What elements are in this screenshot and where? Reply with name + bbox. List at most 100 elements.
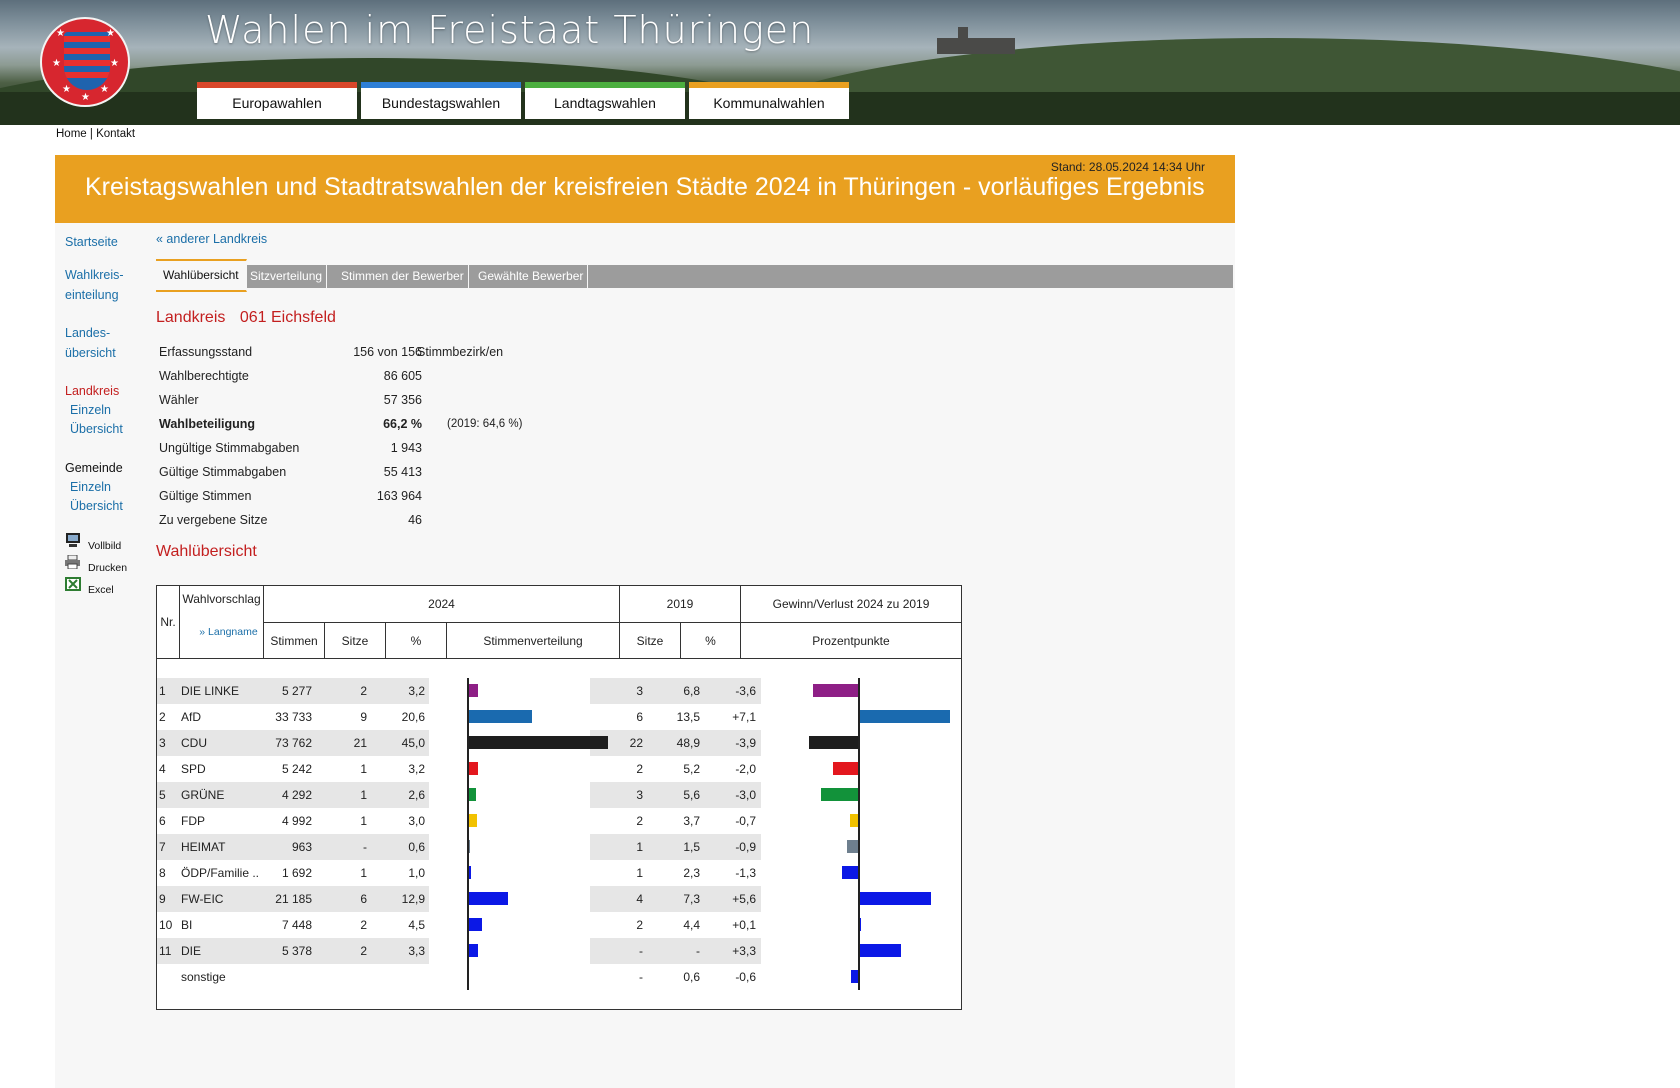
tab-wahluebersicht[interactable]: Wahlübersicht xyxy=(156,259,247,292)
star-icon: ★ xyxy=(52,58,61,69)
cell-stimmen: 1 692 xyxy=(281,866,312,880)
stimmenverteilung-axis xyxy=(467,678,469,990)
langname-link[interactable]: » Langname xyxy=(199,626,257,638)
cell-prozent-2019: - xyxy=(696,944,700,958)
stat-value: 66,2 % xyxy=(383,417,422,431)
cell-nr: 9 xyxy=(159,892,166,906)
cell-sitze: 2 xyxy=(360,918,367,932)
star-icon: ★ xyxy=(110,58,119,69)
cell-diff: +7,1 xyxy=(732,710,756,724)
star-icon: ★ xyxy=(62,84,71,95)
nav-europawahlen[interactable]: Europawahlen xyxy=(197,82,357,119)
home-link[interactable]: Home xyxy=(56,128,87,140)
gewinn-verlust-bar xyxy=(833,762,859,775)
stat-label: Wahlberechtigte xyxy=(159,369,249,383)
cell-nr: 8 xyxy=(159,866,166,880)
header-gewinn-verlust: Gewinn/Verlust 2024 zu 2019 xyxy=(741,586,961,623)
cell-prozent xyxy=(365,964,425,990)
header-wahlvorschlag-label: Wahlvorschlag xyxy=(182,592,261,606)
site-header: ★ ★ ★ ★ ★ ★ ★ Wahlen im Freistaat Thürin… xyxy=(0,0,1680,125)
header-nr: Nr. xyxy=(157,586,180,659)
stimmenverteilung-bar xyxy=(468,762,478,775)
cell-party: ÖDP/Familie .. xyxy=(181,866,260,880)
sidebar-item-wahlkreis[interactable]: Wahlkreis- einteilung xyxy=(65,265,124,305)
cell-diff: +0,1 xyxy=(732,918,756,932)
tab-gewaehlte-bewerber[interactable]: Gewählte Bewerber xyxy=(474,265,589,288)
header-2024: 2024 xyxy=(264,586,620,623)
cell-prozent: 3,2 xyxy=(408,684,425,698)
coat-of-arms-logo[interactable]: ★ ★ ★ ★ ★ ★ ★ xyxy=(40,17,130,107)
cell-sitze: 1 xyxy=(360,866,367,880)
nav-separator: | xyxy=(89,128,93,140)
cell-prozent-2019: 0,6 xyxy=(683,970,700,984)
table-row: 9 FW-EIC 21 185 6 12,9 4 7,3 +5,6 xyxy=(157,886,961,912)
header-sitze-2019: Sitze xyxy=(620,623,681,659)
cell-party: SPD xyxy=(181,762,206,776)
stimmenverteilung-bar xyxy=(468,814,478,827)
star-icon: ★ xyxy=(100,84,109,95)
printer-icon xyxy=(65,555,80,569)
sidebar-item-gemeinde-uebersicht[interactable]: Übersicht xyxy=(70,496,123,516)
tab-bar: Wahlübersicht Sitzverteilung Stimmen der… xyxy=(156,259,1233,292)
cell-sitze-2019: 3 xyxy=(636,788,643,802)
cell-nr: 4 xyxy=(159,762,166,776)
table-row: 10 BI 7 448 2 4,5 2 4,4 +0,1 xyxy=(157,912,961,938)
cell-diff: -1,3 xyxy=(735,866,756,880)
district-type: Landkreis xyxy=(156,309,226,326)
stimmenverteilung-bar xyxy=(468,788,477,801)
cell-diff: -3,6 xyxy=(735,684,756,698)
lion-stripe xyxy=(64,36,110,42)
cell-sitze-2019: 1 xyxy=(636,840,643,854)
cell-nr: 1 xyxy=(159,684,166,698)
cell-stimmen: 4 992 xyxy=(281,814,312,828)
sidebar-item-startseite[interactable]: Startseite xyxy=(65,232,118,252)
cell-sitze-2019: 4 xyxy=(636,892,643,906)
table-row: 5 GRÜNE 4 292 1 2,6 3 5,6 -3,0 xyxy=(157,782,961,808)
site-title: Wahlen im Freistaat Thüringen xyxy=(205,8,815,52)
cell-prozent: 4,5 xyxy=(408,918,425,932)
kontakt-link[interactable]: Kontakt xyxy=(96,128,135,140)
tab-stimmen-der-bewerber[interactable]: Stimmen der Bewerber xyxy=(337,265,469,288)
cell-party: FW-EIC xyxy=(181,892,224,906)
star-icon: ★ xyxy=(81,92,90,103)
cell-nr: 3 xyxy=(159,736,166,750)
sidebar-item-landkreis-uebersicht[interactable]: Übersicht xyxy=(70,419,123,439)
gewinn-verlust-bar xyxy=(859,710,950,723)
cell-prozent: 3,0 xyxy=(408,814,425,828)
header-prozentpunkte: Prozentpunkte xyxy=(741,623,961,659)
header-wahlvorschlag: Wahlvorschlag » Langname xyxy=(180,586,264,659)
cell-sitze-2019: - xyxy=(639,944,643,958)
sidebar-item-landkreis-einzeln[interactable]: Einzeln xyxy=(70,400,111,420)
tab-sitzverteilung[interactable]: Sitzverteilung xyxy=(246,265,328,288)
sidebar-item-landesuebersicht[interactable]: Landes- übersicht xyxy=(65,323,116,363)
cell-sitze-2019: 2 xyxy=(636,814,643,828)
cell-sitze: 2 xyxy=(360,944,367,958)
stimmenverteilung-bar xyxy=(468,710,533,723)
stimmenverteilung-bar xyxy=(468,944,479,957)
shield-icon xyxy=(64,32,110,90)
anderer-landkreis-link[interactable]: « anderer Landkreis xyxy=(156,232,267,246)
cell-nr: 2 xyxy=(159,710,166,724)
cell-prozent: 1,0 xyxy=(408,866,425,880)
cell-prozent: 20,6 xyxy=(401,710,425,724)
sidebar-item-landkreis: Landkreis xyxy=(65,384,120,398)
nav-kommunalwahlen[interactable]: Kommunalwahlen xyxy=(689,82,849,119)
gewinn-verlust-bar xyxy=(859,892,931,905)
nav-landtagswahlen[interactable]: Landtagswahlen xyxy=(525,82,685,119)
nav-bundestagswahlen[interactable]: Bundestagswahlen xyxy=(361,82,521,119)
cell-diff: +5,6 xyxy=(732,892,756,906)
cell-prozent-2019: 5,6 xyxy=(683,788,700,802)
cell-party: BI xyxy=(181,918,193,932)
table-row: sonstige -0,6 -0,6 xyxy=(157,964,961,990)
cell-prozent-2019: 5,2 xyxy=(683,762,700,776)
stat-label: Gültige Stimmabgaben xyxy=(159,465,287,479)
top-nav: Home | Kontakt xyxy=(56,128,135,140)
stat-label: Erfassungsstand xyxy=(159,345,253,359)
stat-extra: (2019: 64,6 %) xyxy=(447,418,523,430)
star-icon: ★ xyxy=(106,28,115,39)
stat-label: Zu vergebene Sitze xyxy=(159,513,268,527)
stat-label: Wahlbeteiligung xyxy=(159,417,256,431)
monitor-icon xyxy=(66,533,80,547)
cell-prozent-2019: 3,7 xyxy=(683,814,700,828)
sidebar-item-gemeinde-einzeln[interactable]: Einzeln xyxy=(70,477,111,497)
